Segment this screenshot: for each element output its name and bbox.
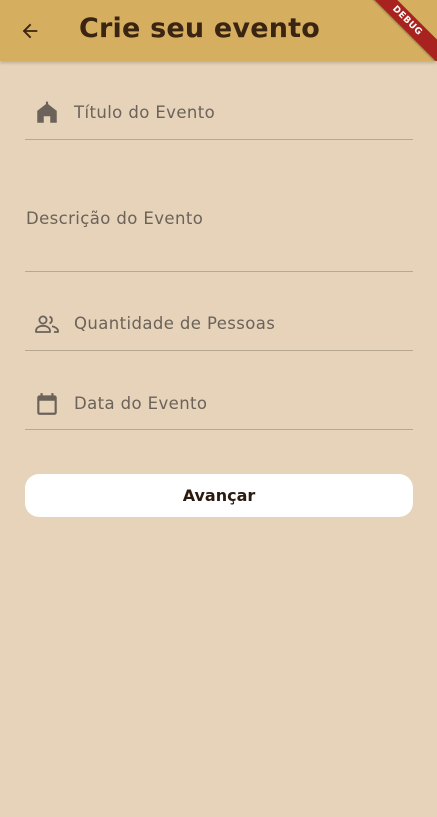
people-quantity-field[interactable]: Quantidade de Pessoas bbox=[25, 300, 413, 351]
calendar-icon bbox=[34, 391, 60, 417]
next-button[interactable]: Avançar bbox=[25, 474, 413, 517]
event-date-placeholder: Data do Evento bbox=[74, 394, 208, 413]
event-date-field[interactable]: Data do Evento bbox=[25, 380, 413, 430]
event-title-placeholder: Título do Evento bbox=[74, 103, 216, 122]
back-button[interactable] bbox=[14, 15, 46, 47]
home-icon bbox=[34, 100, 60, 126]
app-bar: Crie seu evento DEBUG bbox=[0, 0, 437, 61]
event-description-field[interactable]: Descrição do Evento bbox=[25, 196, 413, 272]
arrow-left-icon bbox=[22, 23, 38, 39]
people-icon bbox=[34, 311, 60, 337]
debug-banner: DEBUG bbox=[358, 0, 437, 61]
event-title-field[interactable]: Título do Evento bbox=[25, 88, 413, 140]
people-quantity-placeholder: Quantidade de Pessoas bbox=[74, 314, 276, 333]
event-description-placeholder: Descrição do Evento bbox=[26, 209, 204, 228]
page-title: Crie seu evento bbox=[79, 13, 321, 44]
